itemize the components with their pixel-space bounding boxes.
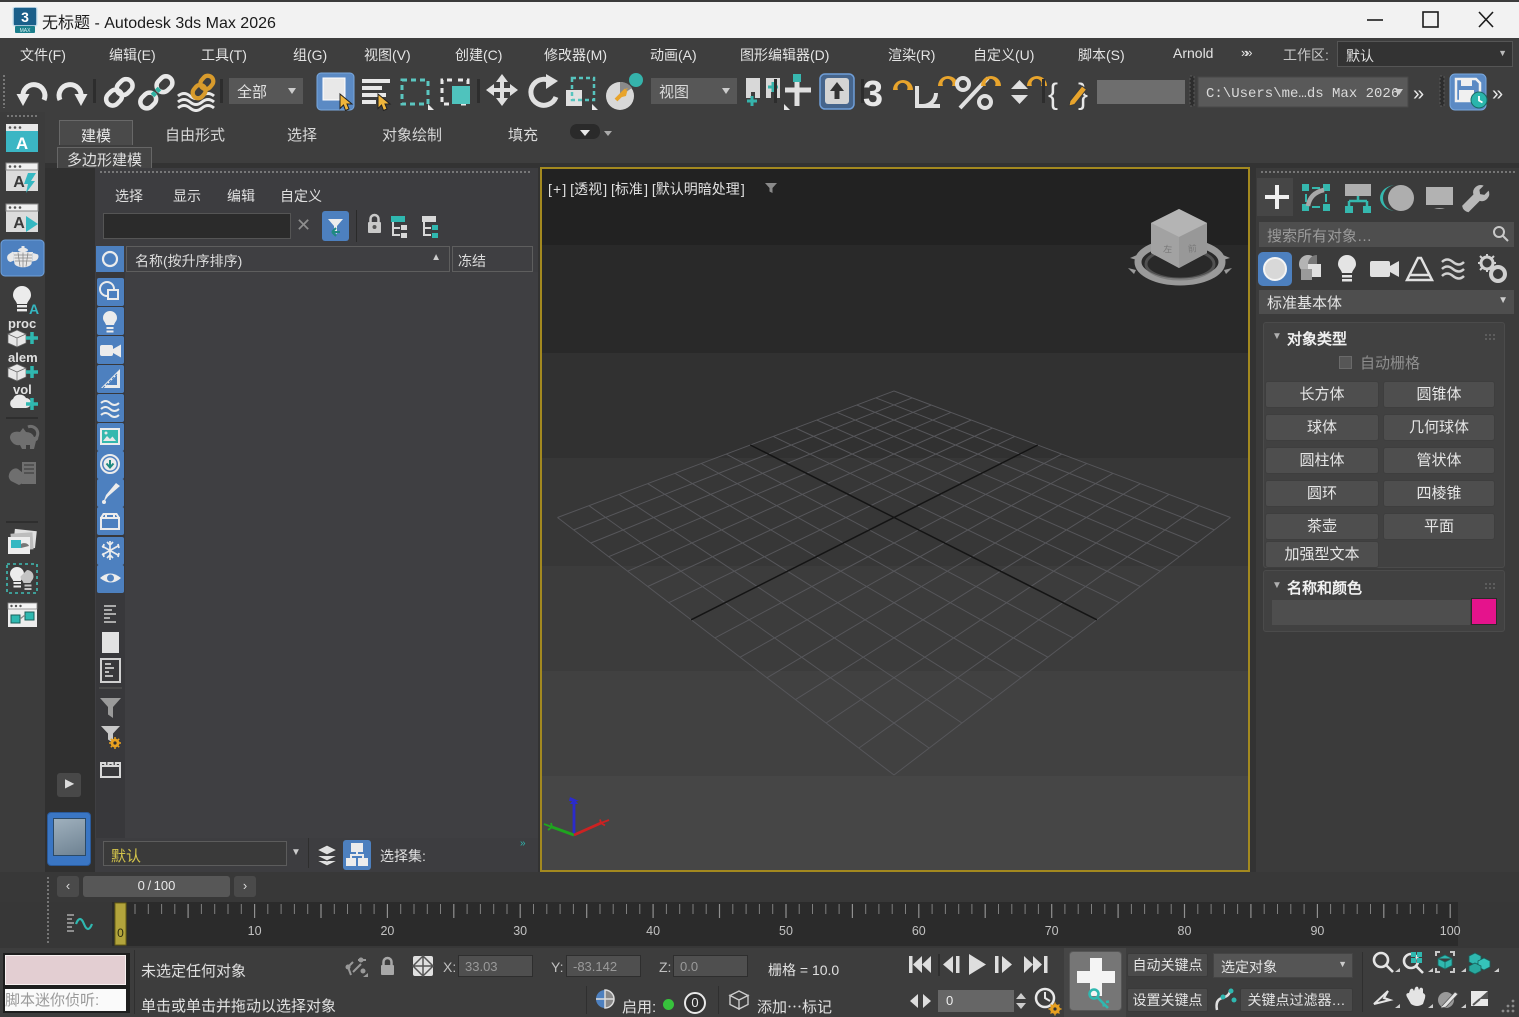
svg-text:alem: alem (8, 350, 38, 365)
svg-text:10: 10 (248, 924, 262, 938)
svg-text:20: 20 (380, 924, 394, 938)
svg-text:A: A (13, 174, 25, 191)
svg-text:3: 3 (21, 9, 29, 25)
svg-text:前: 前 (1187, 242, 1197, 254)
svg-text:100: 100 (1440, 924, 1461, 938)
svg-text:MAX: MAX (20, 28, 32, 33)
svg-text:0: 0 (117, 926, 124, 940)
svg-text:全部: 全部 (237, 83, 267, 101)
svg-text:C:\Users\me…ds Max 2026: C:\Users\me…ds Max 2026 (1206, 86, 1399, 102)
svg-text:50: 50 (779, 924, 793, 938)
svg-text:30: 30 (513, 924, 527, 938)
svg-text:90: 90 (1310, 924, 1324, 938)
svg-text:»: » (1413, 83, 1424, 105)
svg-text:A: A (13, 215, 25, 232)
svg-text:»: » (1492, 83, 1503, 105)
svg-text:proc: proc (8, 316, 36, 331)
svg-text:A: A (29, 301, 39, 317)
svg-text:80: 80 (1178, 924, 1192, 938)
svg-text:40: 40 (646, 924, 660, 938)
svg-text:视图: 视图 (659, 84, 689, 101)
svg-text:vol: vol (13, 382, 32, 397)
svg-text:左: 左 (1163, 243, 1173, 255)
svg-text:70: 70 (1045, 924, 1059, 938)
svg-text:A: A (16, 134, 28, 153)
svg-text:{: { (1048, 78, 1058, 111)
svg-text:60: 60 (912, 924, 926, 938)
svg-text:3: 3 (863, 73, 883, 112)
